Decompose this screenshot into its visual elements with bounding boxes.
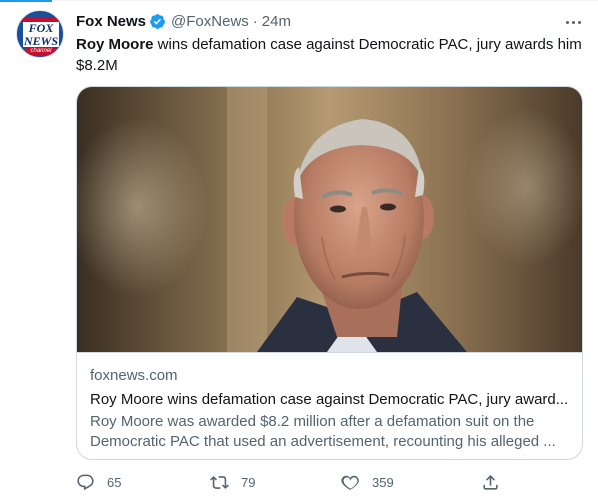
separator-dot: ·	[252, 12, 258, 30]
more-options-icon[interactable]	[560, 12, 586, 32]
card-description: Roy Moore was awarded $8.2 million after…	[90, 413, 556, 450]
verified-badge-icon	[150, 13, 165, 29]
more-dot	[571, 20, 575, 24]
tweet-timestamp[interactable]: 24m	[262, 13, 291, 30]
avatar[interactable]: FOX NEWS channel	[16, 10, 64, 58]
like-count: 359	[372, 474, 394, 490]
tweet-header: Fox News @FoxNews · 24m	[76, 11, 291, 31]
like-button[interactable]: 359	[341, 470, 394, 494]
author-name[interactable]: Fox News	[76, 13, 146, 30]
card-body[interactable]: foxnews.com Roy Moore wins defamation ca…	[77, 352, 582, 459]
more-dot	[577, 20, 581, 24]
reply-count: 65	[107, 474, 122, 490]
share-icon	[483, 474, 498, 490]
link-card[interactable]: foxnews.com Roy Moore wins defamation ca…	[76, 86, 583, 460]
share-button[interactable]	[481, 470, 500, 494]
logo-text-channel: channel	[26, 48, 56, 55]
reply-icon	[77, 474, 94, 490]
more-dot	[565, 20, 569, 24]
card-title: Roy Moore wins defamation case against D…	[90, 391, 569, 408]
tweet-text-bold: Roy Moore	[76, 36, 154, 53]
tweet-text: Roy Moore wins defamation case against D…	[76, 34, 588, 76]
logo-text-news: NEWS	[23, 34, 59, 48]
action-bar: 65 79 359	[76, 470, 516, 494]
active-indicator	[0, 0, 52, 2]
reply-button[interactable]: 65	[76, 470, 121, 494]
heart-icon	[341, 475, 359, 490]
top-divider	[0, 0, 598, 2]
news-photo	[77, 87, 582, 352]
retweet-count: 79	[241, 474, 256, 490]
author-handle[interactable]: @FoxNews	[171, 13, 249, 30]
retweet-icon	[210, 475, 229, 489]
card-image[interactable]	[77, 87, 582, 352]
retweet-button[interactable]: 79	[210, 470, 255, 494]
card-domain: foxnews.com	[90, 367, 178, 384]
